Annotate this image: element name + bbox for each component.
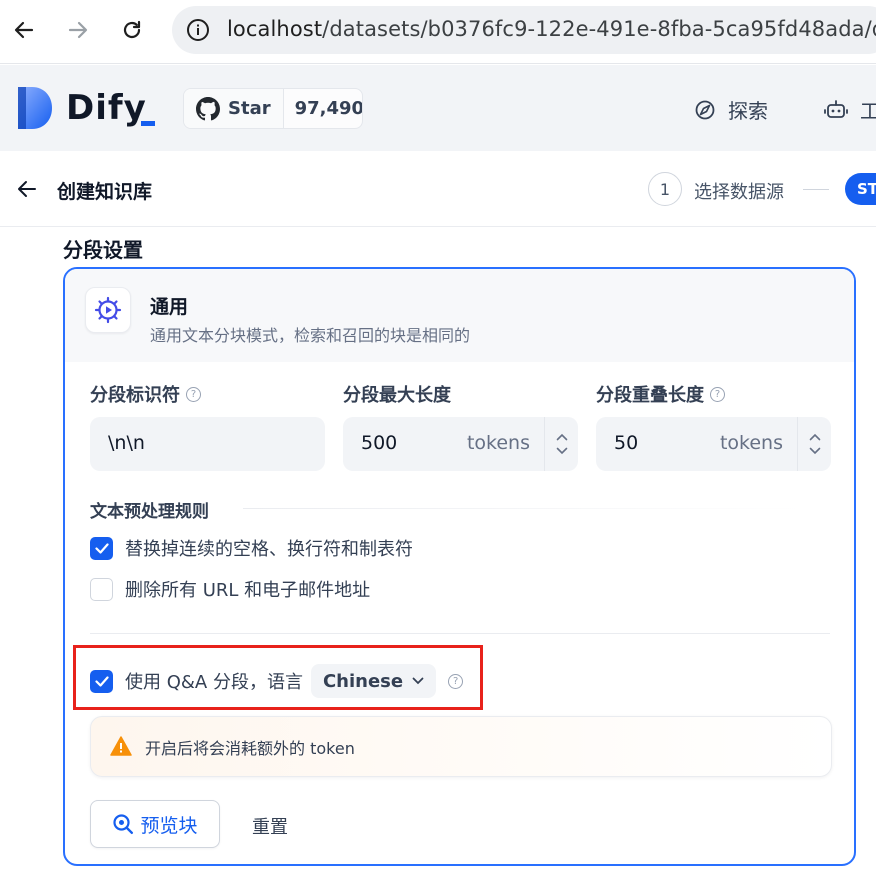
- rule-replace-spaces-label: 替换掉连续的空格、换行符和制表符: [125, 539, 413, 560]
- max-length-label: 分段最大长度: [343, 381, 451, 407]
- overlap-label: 分段重叠长度 ?: [596, 381, 725, 407]
- url-path: /datasets/b0376fc9-122e-491e-8fba-5ca95f…: [322, 17, 876, 41]
- step-separator: [803, 189, 829, 190]
- help-icon[interactable]: ?: [186, 386, 201, 402]
- reload-button[interactable]: [116, 14, 148, 46]
- checkbox-unchecked[interactable]: [90, 577, 113, 601]
- max-length-unit: tokens: [466, 432, 530, 454]
- overlap-unit: tokens: [719, 432, 783, 454]
- checkmark-icon: [94, 675, 109, 687]
- github-star-button[interactable]: Star 97,490: [183, 88, 363, 129]
- separator-input[interactable]: \n\n: [90, 417, 325, 471]
- search-eye-icon: [113, 814, 134, 834]
- nav-explore[interactable]: 探索: [694, 95, 768, 124]
- max-length-value: 500: [361, 432, 398, 454]
- help-icon[interactable]: ?: [710, 386, 725, 402]
- info-icon[interactable]: [186, 18, 210, 42]
- card-header[interactable]: 通用 通用文本分块模式，检索和召回的块是相同的: [65, 269, 854, 362]
- checkmark-icon: [94, 542, 109, 554]
- language-select[interactable]: Chinese: [310, 664, 437, 698]
- separator-label-text: 分段标识符: [90, 385, 180, 406]
- max-length-input[interactable]: 500 tokens: [343, 417, 578, 471]
- preview-chunks-button[interactable]: 预览块: [90, 800, 220, 848]
- brand-underscore: [141, 121, 155, 126]
- forward-button[interactable]: [62, 14, 94, 46]
- dify-logo-icon[interactable]: [18, 87, 54, 129]
- browser-toolbar: localhost/datasets/b0376fc9-122e-491e-8f…: [0, 0, 876, 64]
- rule-replace-spaces[interactable]: 替换掉连续的空格、换行符和制表符: [90, 535, 413, 561]
- gear-play-icon: [94, 296, 122, 324]
- step-bar: 创建知识库 1 选择数据源 ST: [0, 151, 876, 227]
- mode-description: 通用文本分块模式，检索和召回的块是相同的: [150, 326, 471, 345]
- overlap-input[interactable]: 50 tokens: [596, 417, 831, 471]
- qa-checkbox[interactable]: [90, 669, 113, 693]
- max-length-label-text: 分段最大长度: [343, 385, 451, 406]
- reload-icon: [123, 20, 141, 39]
- nav-explore-label: 探索: [728, 99, 768, 123]
- separator-value: \n\n: [108, 432, 145, 454]
- brand-name: Dify: [66, 88, 147, 128]
- section-title: 分段设置: [63, 238, 143, 262]
- url-text[interactable]: localhost/datasets/b0376fc9-122e-491e-8f…: [227, 17, 876, 41]
- chevron-up-icon[interactable]: [556, 433, 568, 441]
- rule-remove-urls[interactable]: 删除所有 URL 和电子邮件地址: [90, 576, 370, 602]
- help-icon[interactable]: ?: [448, 673, 464, 689]
- chevron-down-icon[interactable]: [809, 447, 821, 455]
- chevron-up-icon[interactable]: [809, 433, 821, 441]
- back-arrow-icon[interactable]: [15, 177, 39, 201]
- language-value: Chinese: [322, 670, 404, 692]
- warning-triangle-icon: [110, 736, 132, 756]
- url-host: localhost: [227, 17, 323, 41]
- compass-icon: [695, 100, 715, 119]
- qa-segment-row[interactable]: 使用 Q&A 分段，语言 Chinese ?: [90, 664, 464, 698]
- warning-text: 开启后将会消耗额外的 token: [145, 739, 355, 758]
- rules-divider: [243, 508, 803, 509]
- arrow-right-icon: [68, 21, 88, 39]
- step-2-active: ST: [845, 173, 876, 205]
- token-warning: 开启后将会消耗额外的 token: [90, 716, 832, 777]
- separator-label: 分段标识符 ?: [90, 381, 201, 407]
- rules-title: 文本预处理规则: [90, 502, 209, 522]
- robot-icon: [824, 99, 848, 118]
- nav-tools-label: 工: [860, 99, 876, 123]
- step-1-number: 1: [648, 172, 682, 206]
- github-star-count: 97,490: [294, 98, 363, 119]
- max-length-stepper[interactable]: [544, 417, 578, 471]
- arrow-left-icon: [14, 21, 34, 39]
- general-mode-card: 通用 通用文本分块模式，检索和召回的块是相同的 分段标识符 ? \n\n 分段最…: [63, 267, 856, 866]
- checkbox-checked[interactable]: [90, 536, 113, 560]
- github-icon: [196, 96, 220, 120]
- qa-label: 使用 Q&A 分段，语言: [125, 672, 303, 693]
- nav-tools[interactable]: 工: [824, 95, 876, 124]
- back-button[interactable]: [8, 14, 40, 46]
- mode-icon-wrapper: [85, 287, 131, 333]
- address-bar[interactable]: localhost/datasets/b0376fc9-122e-491e-8f…: [172, 6, 876, 54]
- chevron-down-icon: [412, 677, 424, 685]
- step-1-label: 选择数据源: [694, 182, 784, 203]
- mode-title: 通用: [150, 296, 189, 318]
- chevron-down-icon[interactable]: [556, 447, 568, 455]
- app-header: Dify Star 97,490 探索 工: [0, 65, 876, 151]
- overlap-value: 50: [614, 432, 639, 454]
- page-title: 创建知识库: [57, 181, 153, 203]
- section-divider: [90, 633, 830, 634]
- overlap-stepper[interactable]: [797, 417, 831, 471]
- reset-button[interactable]: 重置: [252, 813, 288, 839]
- github-star-left: Star: [184, 89, 284, 128]
- overlap-label-text: 分段重叠长度: [596, 385, 704, 406]
- rule-remove-urls-label: 删除所有 URL 和电子邮件地址: [125, 580, 371, 601]
- github-star-label: Star: [228, 98, 271, 119]
- preview-button-label: 预览块: [140, 814, 198, 837]
